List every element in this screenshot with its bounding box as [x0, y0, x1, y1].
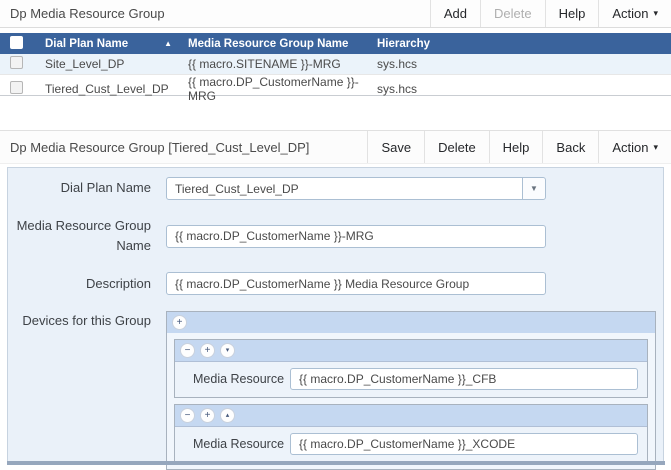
action-menu-button[interactable]: Action ▾: [598, 131, 671, 163]
media-resource-input[interactable]: [290, 368, 638, 391]
row-checkbox[interactable]: [10, 56, 23, 69]
dial-plan-name-select[interactable]: Tiered_Cust_Level_DP ▼: [166, 177, 546, 200]
list-toolbar: Dp Media Resource Group Add Delete Help …: [0, 0, 671, 28]
device-item-body: Media Resource: [175, 427, 647, 462]
sort-ascending-icon: ▲: [164, 39, 172, 48]
field-row-mrg-name: Media Resource Group Name: [8, 216, 663, 256]
move-up-icon: ▴: [225, 412, 230, 420]
field-row-dial-plan-name: Dial Plan Name Tiered_Cust_Level_DP ▼: [8, 177, 663, 200]
delete-button[interactable]: Delete: [480, 0, 545, 27]
cell-mrg-name[interactable]: {{ macro.DP_CustomerName }}-MRG: [188, 75, 377, 103]
detail-panel-title: Dp Media Resource Group [Tiered_Cust_Lev…: [10, 139, 310, 155]
description-label: Description: [85, 275, 151, 291]
detail-toolbar-buttons: Save Delete Help Back Action ▾: [367, 131, 671, 163]
cell-hierarchy[interactable]: sys.hcs: [377, 82, 671, 96]
delete-button[interactable]: Delete: [424, 131, 489, 163]
column-header-hierarchy[interactable]: Hierarchy: [377, 38, 671, 50]
dial-plan-name-label: Dial Plan Name: [60, 180, 151, 196]
devices-group-label: Devices for this Group: [22, 313, 151, 329]
add-item-button[interactable]: +: [200, 343, 215, 359]
table-header-row: Dial Plan Name ▲ Media Resource Group Na…: [0, 33, 671, 54]
cell-dial-plan-name[interactable]: Site_Level_DP: [45, 57, 188, 71]
remove-item-button[interactable]: −: [180, 408, 195, 424]
add-item-button[interactable]: +: [200, 408, 215, 424]
media-resource-label: Media Resource: [193, 437, 285, 452]
mrg-name-input[interactable]: [166, 224, 546, 248]
action-menu-label: Action: [612, 139, 649, 155]
row-checkbox[interactable]: [10, 81, 23, 94]
save-button[interactable]: Save: [367, 131, 424, 163]
select-dropdown-arrow-icon: ▼: [522, 178, 545, 199]
cell-hierarchy[interactable]: sys.hcs: [377, 57, 671, 71]
detail-panel: Dp Media Resource Group [Tiered_Cust_Lev…: [0, 130, 671, 470]
caret-down-icon: ▾: [653, 141, 658, 152]
cell-mrg-name[interactable]: {{ macro.SITENAME }}-MRG: [188, 57, 377, 71]
media-resource-input[interactable]: [290, 433, 638, 456]
select-all-checkbox[interactable]: [10, 35, 23, 49]
next-section-edge: [7, 461, 665, 465]
help-button[interactable]: Help: [488, 131, 543, 163]
add-button[interactable]: Add: [429, 0, 480, 27]
detail-toolbar: Dp Media Resource Group [Tiered_Cust_Lev…: [0, 130, 671, 164]
field-row-description: Description: [8, 272, 663, 296]
back-button[interactable]: Back: [542, 131, 598, 163]
list-panel-title: Dp Media Resource Group: [10, 6, 165, 21]
caret-down-icon: ▾: [653, 8, 658, 18]
column-header-dial-plan-name[interactable]: Dial Plan Name ▲: [45, 38, 188, 50]
add-item-button[interactable]: +: [172, 315, 187, 331]
table-row[interactable]: Tiered_Cust_Level_DP {{ macro.DP_Custome…: [0, 75, 671, 103]
device-item-panel: − + ▴ Media Resource: [174, 404, 648, 464]
column-header-mrg-name[interactable]: Media Resource Group Name: [188, 38, 377, 50]
move-up-button[interactable]: ▴: [220, 408, 235, 424]
device-item-header: − + ▴: [175, 405, 647, 428]
devices-group-panel: + − + ▾ Media Resource {{macro.DP_Custo…: [166, 311, 656, 470]
action-menu-button[interactable]: Action ▾: [598, 0, 671, 27]
dial-plan-name-selected-value: Tiered_Cust_Level_DP: [175, 181, 299, 196]
help-button[interactable]: Help: [544, 0, 599, 27]
device-item-panel: − + ▾ Media Resource: [174, 339, 648, 399]
move-down-button[interactable]: ▾: [220, 343, 235, 359]
device-item-body: Media Resource: [175, 362, 647, 397]
field-row-devices-group: Devices for this Group + − + ▾ Media Res…: [8, 311, 663, 470]
devices-group-add-bar: +: [167, 312, 655, 334]
detail-form: Dial Plan Name Tiered_Cust_Level_DP ▼ Me…: [7, 167, 664, 470]
remove-item-button[interactable]: −: [180, 343, 195, 359]
mrg-name-label: Media Resource Group Name: [16, 218, 151, 254]
description-input[interactable]: [166, 272, 546, 296]
device-item-header: − + ▾: [175, 340, 647, 363]
list-toolbar-buttons: Add Delete Help Action ▾: [429, 0, 671, 27]
list-panel: Dp Media Resource Group Add Delete Help …: [0, 0, 671, 103]
table-row[interactable]: Site_Level_DP {{ macro.SITENAME }}-MRG s…: [0, 54, 671, 75]
cell-dial-plan-name[interactable]: Tiered_Cust_Level_DP: [45, 82, 188, 96]
media-resource-label: Media Resource: [193, 372, 285, 387]
list-table: Dial Plan Name ▲ Media Resource Group Na…: [0, 33, 671, 103]
move-down-icon: ▾: [225, 347, 230, 355]
action-menu-label: Action: [612, 6, 649, 21]
